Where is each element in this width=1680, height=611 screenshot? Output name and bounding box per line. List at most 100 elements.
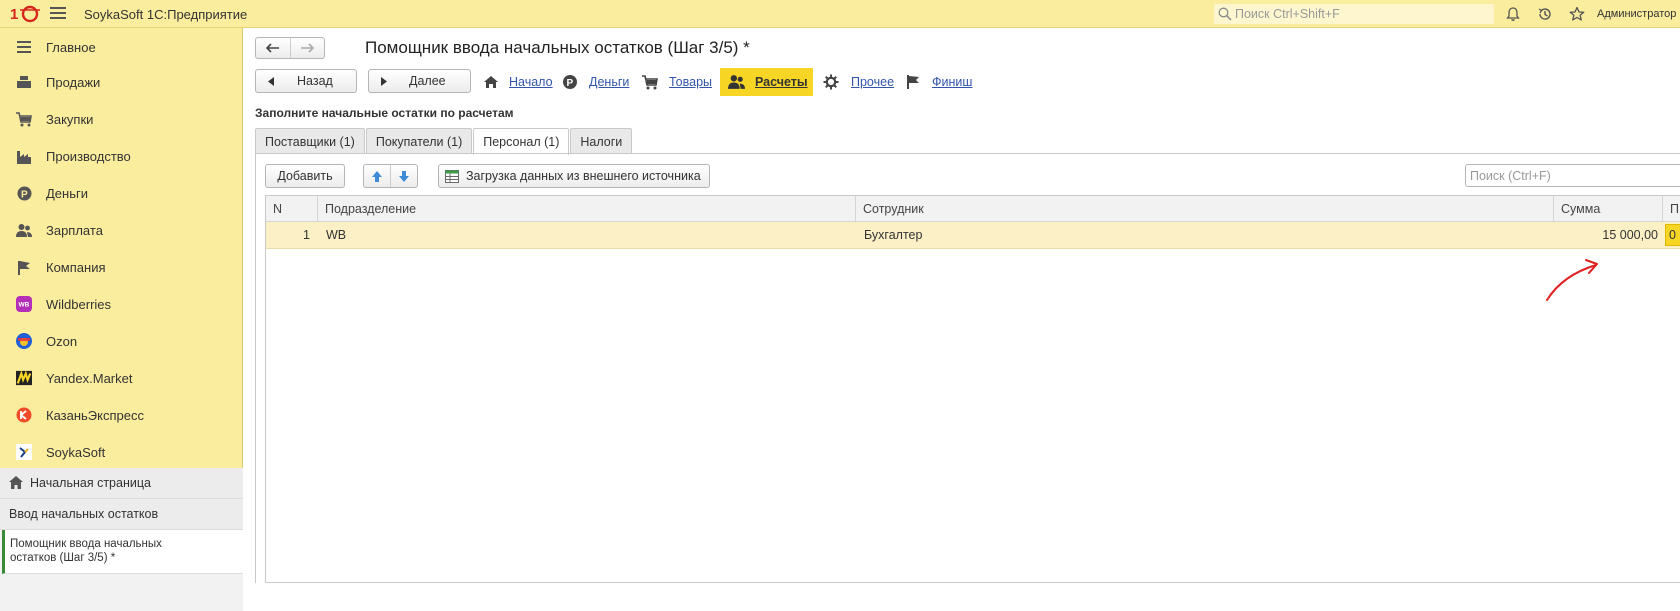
column-header-amount[interactable]: Сумма [1554,196,1663,222]
finish-flag-icon [907,75,919,89]
back-button[interactable]: Назад [255,69,357,93]
sections-panel: Главное Продажи Закупки Производство P Д… [0,28,243,611]
ruble-coin-icon: P [563,75,577,89]
tab-suppliers[interactable]: Поставщики (1) [255,128,365,154]
cart-icon [642,75,658,90]
open-window-label: Ввод начальных остатков [9,507,159,521]
cash-register-icon [16,74,32,90]
sidebar-item-salary[interactable]: Зарплата [0,213,243,247]
svg-text:P: P [567,78,574,89]
sidebar-item-sales[interactable]: Продажи [0,65,243,99]
history-icon[interactable] [1537,6,1553,22]
load-external-data-label: Загрузка данных из внешнего источника [466,169,701,183]
tab-divider [255,153,1680,154]
sidebar-item-label: Закупки [46,112,94,127]
step-link-other[interactable]: Прочее [851,75,894,89]
svg-text:P: P [21,189,28,200]
sidebar-item-wildberries[interactable]: WB Wildberries [0,287,243,321]
next-button[interactable]: Далее [368,69,471,93]
column-header-extra[interactable]: П [1663,196,1680,222]
sidebar-item-ozon[interactable]: Ozon [0,324,243,358]
table-header: N Подразделение Сотрудник Сумма П [266,196,1680,222]
add-button[interactable]: Добавить [265,164,345,188]
sidebar-item-soykasoft[interactable]: SoykaSoft [0,435,243,469]
sidebar-item-label: КазаньЭкспресс [46,408,144,423]
table-row[interactable]: 1 WB Бухгалтер 15 000,00 0 [266,222,1680,249]
sidebar-item-money[interactable]: P Деньги [0,176,243,210]
sidebar-item-yandex-market[interactable]: Yandex.Market [0,361,243,395]
column-header-n[interactable]: N [266,196,318,222]
home-icon [484,76,498,88]
step-link-goods[interactable]: Товары [669,75,712,89]
kazanexpress-logo-icon [16,407,32,423]
sidebar-item-label: Продажи [46,75,101,90]
soykasoft-logo-icon [16,444,32,460]
sidebar-item-label: Компания [46,260,106,275]
sidebar-item-label: Деньги [46,186,88,201]
arrow-up-icon [371,170,382,182]
column-header-department[interactable]: Подразделение [318,196,856,222]
open-window-wizard[interactable]: Помощник ввода начальных остатков (Шаг 3… [2,530,243,574]
open-window-initial-balances[interactable]: Ввод начальных остатков [0,499,243,530]
tab-customers[interactable]: Покупатели (1) [365,128,473,154]
step-link-money[interactable]: Деньги [589,75,629,89]
app-title: SoykaSoft 1С:Предприятие [84,7,248,22]
tab-personnel[interactable]: Персонал (1) [473,128,570,155]
top-bar: 1 SoykaSoft 1С:Предприятие Поиск Ctrl+Sh… [0,0,1680,28]
people-icon [16,222,32,238]
cell-employee: Бухгалтер [864,228,923,242]
sidebar-item-purchases[interactable]: Закупки [0,102,243,136]
tabs-bar: Поставщики (1) Покупатели (1) Персонал (… [255,128,633,155]
bell-icon[interactable] [1505,6,1521,22]
sidebar-item-main[interactable]: Главное [0,30,243,64]
triangle-left-icon [268,76,274,86]
sidebar-item-label: Главное [46,40,96,55]
star-icon[interactable] [1569,6,1585,22]
svg-text:1: 1 [10,6,18,23]
annotation-arrow-icon [1546,259,1598,301]
wildberries-logo-icon: WB [16,296,32,312]
triangle-right-icon [381,76,387,86]
forward-arrow-button[interactable] [289,38,325,58]
main-menu-icon[interactable] [50,7,66,21]
column-header-employee[interactable]: Сотрудник [856,196,1554,222]
step-link-start[interactable]: Начало [509,75,553,89]
move-up-button[interactable] [364,165,391,187]
cell-extra[interactable]: 0 [1665,224,1680,246]
sidebar-item-company[interactable]: Компания [0,250,243,284]
open-windows-panel: Начальная страница Ввод начальных остатк… [0,468,243,611]
sidebar-item-kazanexpress[interactable]: КазаньЭкспресс [0,398,243,432]
global-search-input[interactable]: Поиск Ctrl+Shift+F [1214,4,1494,24]
current-user[interactable]: Администратор [1597,8,1676,20]
table-search-input[interactable]: Поиск (Ctrl+F) [1465,164,1680,187]
menu-lines-icon [16,39,32,55]
open-window-label: Помощник ввода начальных остатков (Шаг 3… [10,538,162,564]
ozon-logo-icon [16,333,32,349]
sidebar-item-production[interactable]: Производство [0,139,243,173]
load-external-data-button[interactable]: Загрузка данных из внешнего источника [438,164,710,188]
tab-taxes[interactable]: Налоги [570,128,633,154]
search-icon [1218,7,1232,21]
sidebar-item-label: Зарплата [46,223,103,238]
cell-n: 1 [303,228,310,242]
flag-icon [16,259,32,275]
back-arrow-button[interactable] [256,38,290,58]
step-link-settlements[interactable]: Расчеты [720,68,813,96]
arrow-left-icon [265,43,279,53]
form-area: Помощник ввода начальных остатков (Шаг 3… [243,28,1680,583]
personnel-table: N Подразделение Сотрудник Сумма П 1 WB Б… [265,195,1680,583]
cart-icon [16,111,32,127]
form-title: Помощник ввода начальных остатков (Шаг 3… [365,38,750,57]
move-buttons [363,164,418,188]
global-search-placeholder: Поиск Ctrl+Shift+F [1235,7,1340,21]
arrow-down-icon [398,170,409,182]
home-page-label: Начальная страница [30,476,151,490]
move-down-button[interactable] [391,165,417,187]
section-title: Заполните начальные остатки по расчетам [255,106,514,120]
1c-logo-icon: 1 [10,5,40,23]
step-link-finish[interactable]: Финиш [932,75,972,89]
yandex-market-logo-icon [16,370,32,386]
factory-icon [16,148,32,164]
gear-icon [823,74,839,90]
home-page-link[interactable]: Начальная страница [0,468,243,499]
